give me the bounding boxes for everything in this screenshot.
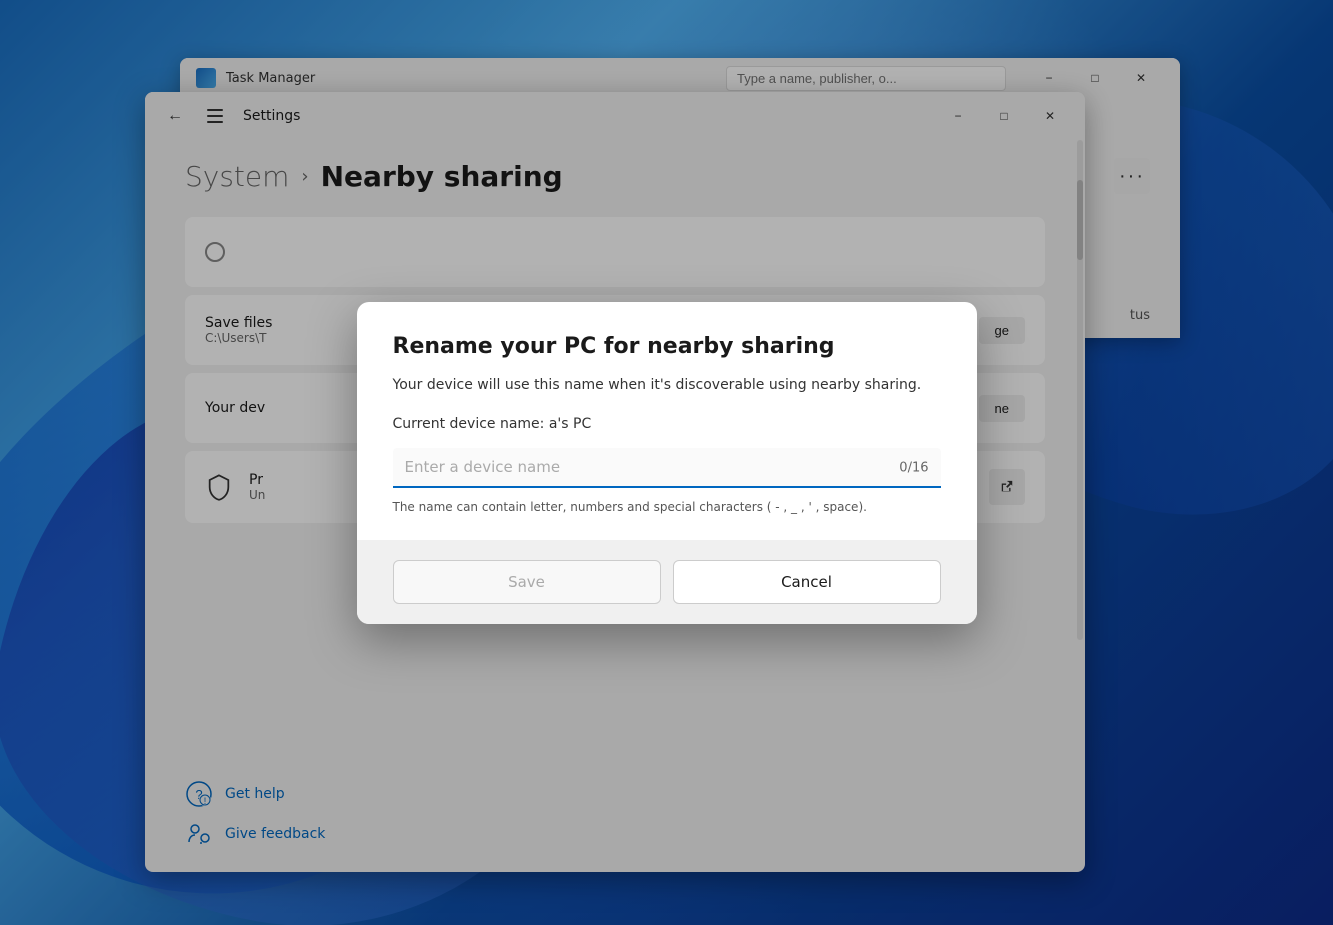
dialog-hint: The name can contain letter, numbers and… <box>393 498 941 516</box>
device-name-input[interactable] <box>393 448 941 488</box>
rename-pc-dialog: Rename your PC for nearby sharing Your d… <box>357 302 977 624</box>
dialog-title: Rename your PC for nearby sharing <box>393 334 941 359</box>
cancel-button[interactable]: Cancel <box>673 560 941 604</box>
device-name-input-wrapper: 0/16 <box>393 448 941 488</box>
current-device-name: Current device name: a's PC <box>393 416 941 432</box>
dialog-body: Rename your PC for nearby sharing Your d… <box>357 302 977 540</box>
save-button[interactable]: Save <box>393 560 661 604</box>
char-count-label: 0/16 <box>899 460 928 475</box>
dialog-footer: Save Cancel <box>357 540 977 624</box>
dialog-description: Your device will use this name when it's… <box>393 375 941 396</box>
